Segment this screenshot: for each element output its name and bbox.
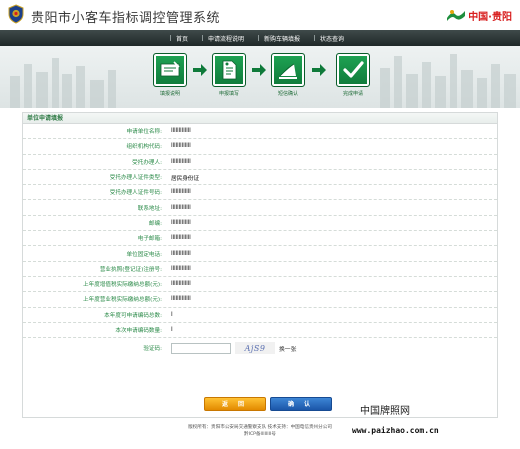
nav-item-new-vehicle[interactable]: 新购车辆填报 <box>258 34 300 43</box>
form-row: 申请单位名称: IIIIIIIIIIIII <box>23 124 497 140</box>
form-row: 组织机构代码: IIIIIIIIIIIII <box>23 139 497 155</box>
form-row: 邮编: IIIIIIIIIIIII <box>23 216 497 232</box>
process-banner: 填报说明 申报填写 短信确认 完成申请 <box>0 46 520 108</box>
checkmark-icon <box>343 61 364 78</box>
nav-separator <box>314 35 316 41</box>
site-title: 贵阳市小客车指标调控管理系统 <box>31 11 221 26</box>
police-emblem-icon <box>8 4 24 24</box>
guiyang-logo-icon <box>447 10 466 21</box>
arrow-right-icon <box>193 64 207 76</box>
form-row: 本年度可申请编码总数: I <box>23 308 497 323</box>
nav-item-status[interactable]: 状态查询 <box>314 34 344 43</box>
form-row: 本次申请编码数量: I <box>23 323 497 339</box>
nav-item-label: 新购车辆填报 <box>264 35 301 43</box>
arrow-right-icon <box>252 64 266 76</box>
form-row: 营业执照(登记证)注册号: IIIIIIIIIIIII <box>23 262 497 277</box>
field-label: 邮编: <box>148 220 162 227</box>
step-label: 短信确认 <box>277 91 298 97</box>
nav-bar: 首页 申请流程说明 新购车辆填报 状态查询 <box>0 30 520 46</box>
field-value: IIIIIIIIIIIII <box>171 281 191 288</box>
back-button[interactable]: 返 回 <box>204 397 266 411</box>
form-row: 上年度营业税实际缴纳总额(元): IIIIIIIIIIIII <box>23 292 497 308</box>
document-edit-icon <box>222 60 237 80</box>
field-value: 居民身份证 <box>171 175 199 182</box>
field-value: IIIIIIIIIIIII <box>171 235 191 242</box>
form-row: 单位固定电话: IIIIIIIIIIIII <box>23 246 497 262</box>
field-value: IIIIIIIIIIIII <box>171 265 191 272</box>
form-heading: 单位申请填报 <box>23 113 497 124</box>
field-value: IIIIIIIIIIIII <box>171 296 191 303</box>
step-label: 申报填写 <box>218 91 239 97</box>
step-complete: 完成申请 <box>330 53 376 97</box>
field-value: IIIIIIIIIIIII <box>171 204 191 211</box>
step-fill-instructions: 填报说明 <box>147 53 193 97</box>
field-label: 受托办理人证件类型: <box>109 175 162 182</box>
paper-plane-icon <box>279 63 297 79</box>
field-label: 本次申请编码数量: <box>115 328 162 334</box>
application-form: 单位申请填报 申请单位名称: IIIIIIIIIIIII 组织机构代码: III… <box>22 112 498 418</box>
nav-separator <box>202 35 204 41</box>
city-skyline-background <box>10 54 516 108</box>
step-box <box>153 53 187 87</box>
form-row: 上年度增值税实际缴纳总额(元): IIIIIIIIIIIII <box>23 277 497 293</box>
field-value: IIIIIIIIIIIII <box>171 128 191 135</box>
watermark: 中国牌照网 www.paizhao.com.cn <box>352 402 516 442</box>
field-value: IIIIIIIIIIIII <box>171 250 191 257</box>
field-label: 联系地址: <box>137 205 162 212</box>
brand-logo[interactable]: 中国·贵阳 <box>446 7 512 23</box>
nav-item-label: 状态查询 <box>320 35 345 43</box>
field-value: IIIIIIIIIIIII <box>171 219 191 226</box>
field-label: 组织机构代码: <box>126 144 162 151</box>
step-box <box>336 53 370 87</box>
form-row: 联系地址: IIIIIIIIIIIII <box>23 200 497 216</box>
nav-item-label: 首页 <box>176 35 189 43</box>
form-row: 受托办理人证件号码: IIIIIIIIIIIII <box>23 185 497 201</box>
step-fill-form: 申报填写 <box>206 53 252 97</box>
brand-text: 中国·贵阳 <box>468 11 512 23</box>
captcha-input[interactable] <box>171 342 231 354</box>
arrow-right-icon <box>312 64 326 76</box>
field-value: IIIIIIIIIIIII <box>171 189 191 196</box>
form-rows: 申请单位名称: IIIIIIIIIIIII 组织机构代码: IIIIIIIIII… <box>23 124 497 358</box>
field-label: 营业执照(登记证)注册号: <box>99 266 162 273</box>
field-label: 受托办理人: <box>132 159 162 166</box>
field-label: 电子邮箱: <box>137 236 162 243</box>
header: 贵阳市小客车指标调控管理系统 中国·贵阳 <box>0 0 520 30</box>
step-sms-confirm: 短信确认 <box>265 53 311 97</box>
nav-item-label: 申请流程说明 <box>208 35 245 43</box>
step-box <box>212 53 246 87</box>
nav-item-process[interactable]: 申请流程说明 <box>202 34 244 43</box>
field-label: 受托办理人证件号码: <box>109 190 162 197</box>
form-row: 电子邮箱: IIIIIIIIIIIII <box>23 231 497 247</box>
form-row: 受托办理人证件类型: 居民身份证 <box>23 170 497 186</box>
nav-separator <box>258 35 260 41</box>
field-value: IIIIIIIIIIIII <box>171 158 191 165</box>
field-value: IIIIIIIIIIIII <box>171 143 191 150</box>
form-row: 受托办理人: IIIIIIIIIIIII <box>23 155 497 170</box>
field-label: 申请单位名称: <box>126 129 162 136</box>
field-value: I <box>171 327 173 333</box>
field-label: 上年度增值税实际缴纳总额(元): <box>83 282 162 289</box>
captcha-row: 验证码: AjS9 换一张 <box>23 338 497 358</box>
step-label: 填报说明 <box>159 91 180 97</box>
confirm-button[interactable]: 确 认 <box>270 397 332 411</box>
nav-item-home[interactable]: 首页 <box>170 34 188 43</box>
field-label: 单位固定电话: <box>126 251 162 258</box>
captcha-label: 验证码: <box>143 346 162 353</box>
watermark-url: www.paizhao.com.cn <box>352 426 439 435</box>
captcha-image[interactable]: AjS9 <box>235 342 275 355</box>
step-box <box>271 53 305 87</box>
field-value: I <box>171 311 173 318</box>
nav-separator <box>170 35 171 41</box>
captcha-refresh-link[interactable]: 换一张 <box>279 344 296 353</box>
step-label: 完成申请 <box>342 91 363 97</box>
field-label: 本年度可申请编码总数: <box>104 312 162 319</box>
field-label: 上年度营业税实际缴纳总额(元): <box>83 297 162 304</box>
watermark-site-name: 中国牌照网 <box>360 406 410 417</box>
instructions-icon <box>160 61 180 77</box>
